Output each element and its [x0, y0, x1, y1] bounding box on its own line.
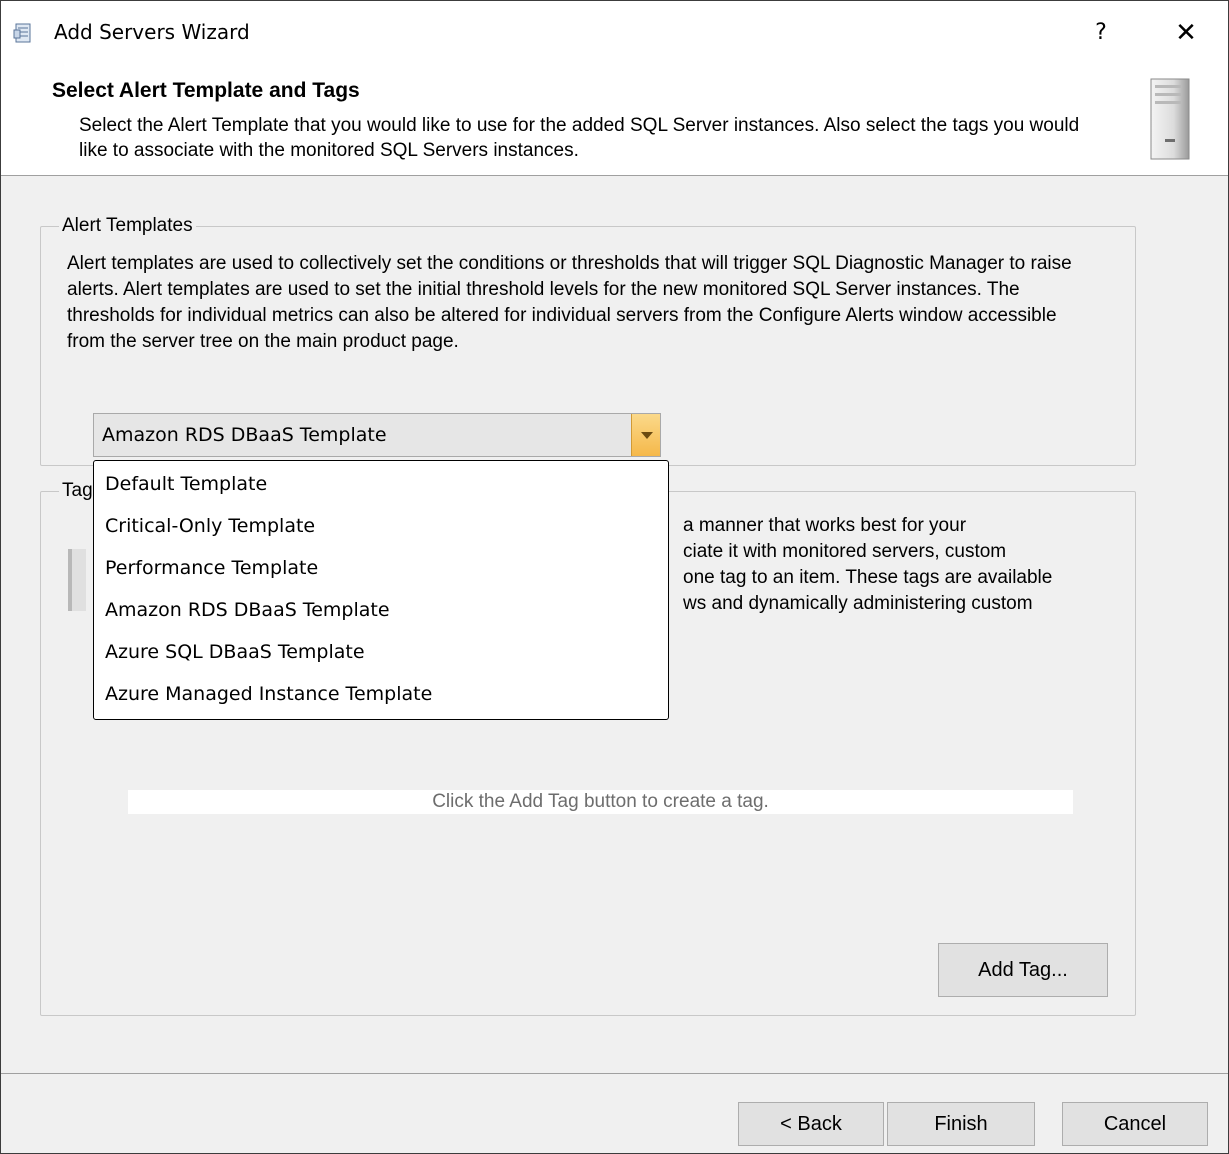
add-tag-button[interactable]: Add Tag...: [938, 943, 1108, 997]
wizard-header: Select Alert Template and Tags Select th…: [1, 65, 1228, 176]
dropdown-option-azure-sql[interactable]: Azure SQL DBaaS Template: [105, 641, 365, 663]
window-title: Add Servers Wizard: [54, 20, 250, 44]
alert-templates-description: Alert templates are used to collectively…: [67, 253, 1072, 352]
dropdown-option-default[interactable]: Default Template: [105, 473, 267, 495]
footer-divider: [1, 1073, 1228, 1074]
alert-template-selected-value: Amazon RDS DBaaS Template: [102, 424, 387, 446]
tags-empty-message: Click the Add Tag button to create a tag…: [128, 790, 1073, 814]
page-title: Select Alert Template and Tags: [52, 79, 360, 102]
tags-description-line-1: a manner that works best for your: [683, 515, 967, 536]
page-description: Select the Alert Template that you would…: [79, 115, 1080, 161]
chevron-down-icon[interactable]: [631, 414, 660, 456]
alert-template-select[interactable]: Amazon RDS DBaaS Template: [93, 413, 661, 457]
alert-templates-legend: Alert Templates: [59, 215, 196, 237]
tags-legend: Tag: [59, 480, 96, 502]
back-button[interactable]: < Back: [738, 1102, 884, 1146]
tag-icon: [68, 549, 86, 611]
close-button[interactable]: ✕: [1161, 15, 1211, 51]
dropdown-option-azure-managed-instance[interactable]: Azure Managed Instance Template: [105, 683, 432, 705]
dropdown-option-critical-only[interactable]: Critical-Only Template: [105, 515, 315, 537]
add-servers-wizard-window: Add Servers Wizard ? ✕ Select Alert Temp…: [0, 0, 1229, 1154]
finish-button[interactable]: Finish: [887, 1102, 1035, 1146]
wizard-app-icon: [13, 23, 31, 43]
title-bar: Add Servers Wizard ? ✕: [1, 1, 1228, 65]
tags-description-line-3: one tag to an item. These tags are avail…: [683, 567, 1053, 588]
dropdown-option-amazon-rds[interactable]: Amazon RDS DBaaS Template: [105, 599, 390, 621]
help-button[interactable]: ?: [1081, 15, 1121, 51]
cancel-button[interactable]: Cancel: [1062, 1102, 1208, 1146]
dropdown-option-performance[interactable]: Performance Template: [105, 557, 318, 579]
tags-description-line-2: ciate it with monitored servers, custom: [683, 541, 1007, 562]
alert-template-dropdown-list: Default Template Critical-Only Template …: [93, 460, 669, 720]
server-icon: [1150, 78, 1190, 160]
tags-description-line-4: ws and dynamically administering custom: [683, 593, 1033, 614]
